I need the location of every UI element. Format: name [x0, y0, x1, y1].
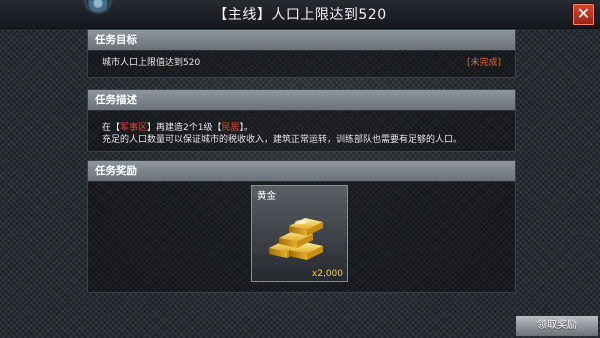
objective-panel: 任务目标 城市人口上限值达到520 [未完成] [87, 29, 516, 78]
reward-quantity: x2,000 [311, 269, 343, 279]
objective-goal: 城市人口上限值达到520 [102, 58, 201, 68]
close-button[interactable]: ✕ [572, 3, 595, 26]
objective-status: [未完成] [466, 58, 501, 68]
description-panel: 任务描述 在【军事区】再建造2个1级【民居】。 充足的人口数量可以保证城市的税收… [87, 89, 516, 152]
title-bar: 【主线】人口上限达到520 ✕ [0, 0, 600, 29]
description-line-2: 充足的人口数量可以保证城市的税收收入，建筑正常运转，训练部队也需要有足够的人口。 [102, 135, 463, 145]
reward-item-name: 黄金 [257, 191, 277, 202]
reward-item-card[interactable]: 黄金 x2,000 [251, 185, 348, 282]
claim-reward-button[interactable]: 领取奖励 [515, 315, 599, 337]
objective-header: 任务目标 [88, 30, 515, 51]
reward-header: 任务奖励 [88, 161, 515, 182]
window-title: 【主线】人口上限达到520 [213, 7, 387, 23]
gold-bars-icon [269, 218, 323, 260]
description-header: 任务描述 [88, 90, 515, 111]
